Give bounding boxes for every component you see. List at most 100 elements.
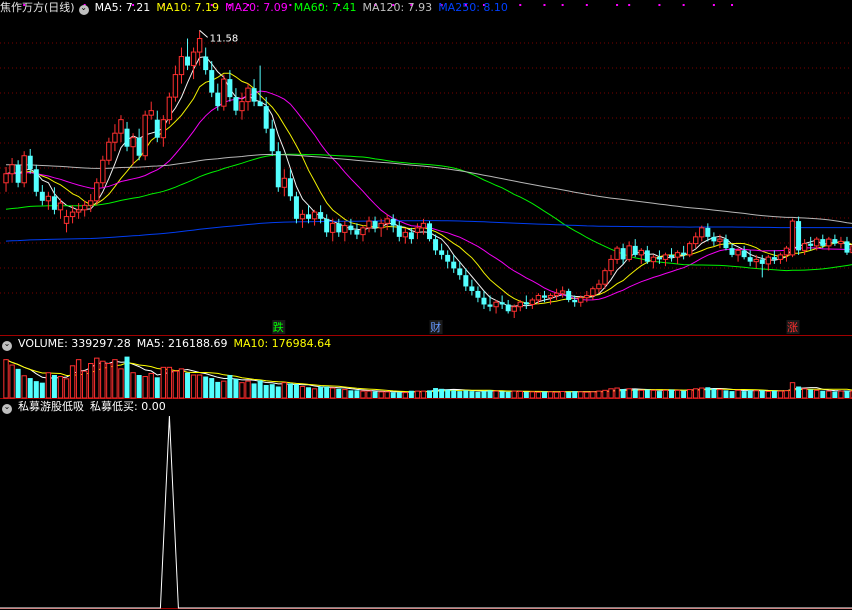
candle-body-down — [27, 155, 33, 170]
candle-body-down — [15, 164, 21, 183]
volume-bar-up — [493, 390, 499, 399]
candle-body-up — [402, 231, 409, 238]
candle-body-up — [547, 294, 554, 299]
signal-dot — [585, 4, 588, 6]
volume-bar-up — [3, 359, 9, 399]
candle-body-up — [662, 254, 669, 260]
volume-bar-up — [638, 389, 644, 399]
volume-bar-up — [578, 391, 584, 399]
candle-body-down — [487, 304, 493, 307]
candle-body-up — [590, 288, 596, 296]
candle-body-down — [705, 227, 711, 237]
volume-bar-up — [553, 391, 560, 399]
high-price-marker: 11.58 — [199, 30, 238, 44]
event-label: 涨 — [787, 321, 798, 334]
volume-bar-up — [838, 390, 844, 399]
candle-body-up — [384, 218, 390, 224]
volume-bar-up — [221, 380, 227, 399]
candle-body-up — [511, 306, 517, 312]
candle-body-up — [166, 96, 173, 121]
volume-bar-up — [596, 390, 602, 399]
volume-bar-up — [826, 390, 832, 399]
signal-dot — [519, 4, 522, 6]
candle-body-up — [190, 51, 197, 67]
main-panel-header: 焦作万方(日线) MA5: 7.21 MA10: 7.19 MA20: 7.09 MA6… — [0, 0, 514, 16]
candle-body-up — [529, 299, 536, 305]
volume-bar-down — [741, 391, 747, 398]
volume-bar-up — [614, 387, 620, 399]
volume-bar-up — [650, 389, 657, 399]
candle-body-down — [348, 225, 354, 231]
candle-body-up — [221, 78, 227, 107]
candle-body-down — [475, 290, 481, 298]
volume-bar-up — [529, 391, 536, 399]
volume-bar-up — [239, 382, 245, 399]
volume-bar-down — [808, 389, 814, 398]
volume-bar-up — [384, 391, 390, 399]
volume-bar-up — [88, 363, 94, 399]
candle-body-up — [638, 249, 644, 256]
volume-bar-down — [269, 384, 275, 398]
volume-bar-down — [336, 388, 342, 398]
volume-bar-down — [293, 384, 299, 398]
volume-bar-down — [354, 390, 360, 398]
candle-body-down — [324, 218, 330, 233]
volume-bar-down — [209, 378, 215, 398]
volume-bar-down — [233, 378, 239, 398]
candle-body-down — [729, 248, 735, 255]
volume-bar-up — [342, 389, 348, 399]
volume-bar-down — [505, 391, 511, 398]
volume-bar-up — [21, 375, 27, 399]
volume-bar-up — [590, 391, 596, 399]
volume-bar-up — [783, 390, 790, 399]
candle-body-up — [838, 240, 844, 245]
volume-bar-up — [402, 392, 409, 399]
volume-bar-up — [378, 391, 384, 399]
volume-bar-down — [644, 389, 650, 398]
candle-body-up — [148, 110, 154, 116]
candle-body-down — [451, 261, 457, 269]
volume-bar-up — [94, 357, 100, 399]
volume-bar-down — [257, 380, 263, 398]
volume-bar-up — [674, 389, 681, 399]
indicator-toggle-icon[interactable] — [2, 404, 12, 414]
candle-body-down — [499, 302, 505, 305]
volume-bar-down — [844, 390, 850, 398]
candle-body-down — [741, 250, 747, 258]
candle-body-down — [275, 151, 281, 188]
volume-bar-down — [705, 387, 711, 398]
candle-body-up — [735, 249, 741, 256]
volume-bar-up — [160, 366, 167, 399]
candle-body-up — [814, 238, 820, 247]
volume-bar-up — [814, 389, 820, 399]
volume-bar-down — [51, 375, 57, 398]
candle-body-up — [239, 101, 245, 112]
candle-body-down — [820, 239, 826, 246]
volume-bar-down — [451, 390, 457, 398]
volume-bar-down — [124, 356, 130, 398]
panel-toggle-icon[interactable] — [78, 5, 89, 15]
ma10-line — [5, 72, 852, 305]
event-labels: 跌财涨 — [272, 320, 800, 334]
signal-dot — [543, 4, 546, 6]
candle-body-down — [336, 223, 342, 233]
event-label: 财 — [430, 320, 441, 334]
candle-body-up — [686, 243, 693, 256]
volume-bar-down — [275, 386, 281, 398]
volume-bar-down — [475, 391, 481, 398]
volume-bar-down — [832, 391, 838, 398]
candle-body-down — [656, 257, 662, 260]
volume-toggle-icon[interactable] — [2, 341, 12, 351]
candle-body-up — [142, 114, 148, 157]
volume-bar-down — [566, 391, 572, 398]
candle-body-down — [808, 243, 814, 246]
volume-bar-down — [318, 386, 324, 398]
candle-body-up — [693, 236, 699, 245]
candle-body-up — [578, 297, 584, 303]
volume-bar-up — [626, 388, 632, 399]
candle-body-down — [541, 295, 547, 298]
volume-bar-down — [723, 390, 729, 398]
volume-bar-down — [820, 390, 826, 398]
candle-body-up — [596, 283, 602, 290]
volume-bar-up — [699, 387, 705, 399]
